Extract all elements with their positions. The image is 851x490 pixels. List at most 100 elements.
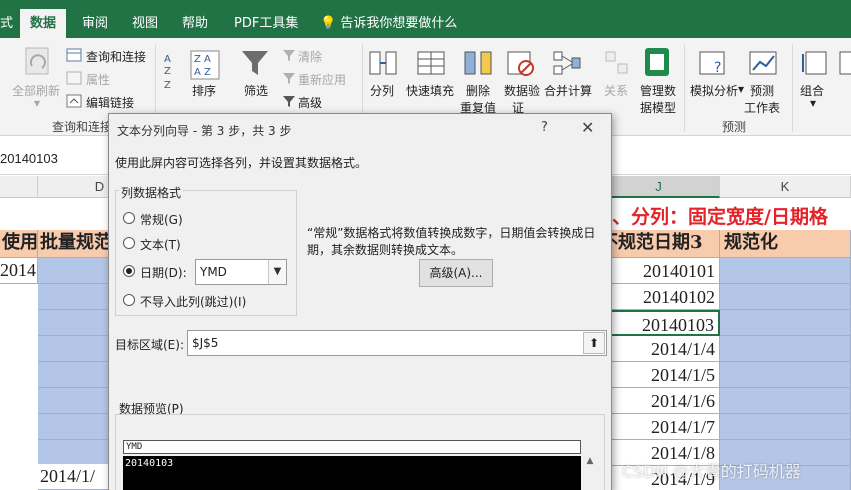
date-format-select[interactable]: YMD ▼ <box>195 259 287 285</box>
advanced-filter-icon <box>283 96 295 107</box>
cell-k[interactable] <box>720 362 851 388</box>
cell-k[interactable] <box>720 258 851 284</box>
cell-j[interactable]: 2014/1/5 <box>598 362 720 388</box>
sort-button[interactable]: 排序 <box>192 82 216 99</box>
preview-column-header[interactable]: YMD <box>123 440 581 454</box>
refresh-all-icon[interactable] <box>20 44 56 80</box>
queries-connections-button[interactable]: 查询和连接 <box>86 48 146 65</box>
properties-button[interactable]: 属性 <box>86 71 110 88</box>
chevron-down-icon[interactable]: ▼ <box>268 260 286 284</box>
format-description-line2: 期，其余数据则转换成文本。 <box>307 243 464 257</box>
relationships-icon <box>605 51 628 74</box>
edit-links-button[interactable]: 编辑链接 <box>86 94 134 111</box>
cell-j[interactable]: 20140103 <box>598 310 720 336</box>
chevron-up-icon[interactable]: ▲ <box>587 456 594 466</box>
svg-text:Z: Z <box>164 66 171 77</box>
forecast-sheet-icon[interactable] <box>748 48 778 78</box>
data-validation-icon[interactable] <box>506 48 536 78</box>
forecast-sheet-button[interactable]: 预测 工作表 <box>744 82 780 116</box>
svg-text:Z: Z <box>164 80 171 91</box>
properties-icon <box>66 71 82 85</box>
name-box[interactable]: 20140103 <box>0 151 58 166</box>
header-cell-k[interactable]: 规范化 <box>720 230 851 258</box>
what-if-analysis-button[interactable]: 模拟分析 <box>690 82 738 99</box>
watermark: CSDN @大青的打码机器 <box>622 462 801 481</box>
cell-j[interactable]: 2014/1/7 <box>598 414 720 440</box>
chevron-down-icon: ▾ <box>810 96 817 110</box>
data-validation-button[interactable]: 数据验 证 <box>504 82 540 116</box>
format-description-line1: “常规”数据格式将数值转换成数字，日期值会转换成日 <box>307 226 596 240</box>
text-to-columns-button[interactable]: 分列 <box>370 82 394 99</box>
remove-duplicates-button[interactable]: 删除 重复值 <box>460 82 496 116</box>
manage-data-model-button[interactable]: 管理数 据模型 <box>640 82 676 116</box>
group-separator <box>792 44 793 132</box>
cell-k[interactable] <box>720 310 851 336</box>
cell-k[interactable] <box>720 336 851 362</box>
what-if-analysis-icon[interactable]: ? <box>698 48 728 78</box>
column-header[interactable] <box>0 176 38 198</box>
group-label-queries: 查询和连接 <box>52 120 113 134</box>
cell-k[interactable] <box>720 414 851 440</box>
svg-text:?: ? <box>714 60 721 76</box>
tell-me-search[interactable]: 💡 告诉我你想要做什么 <box>310 9 467 38</box>
close-button[interactable]: ✕ <box>581 118 594 137</box>
svg-text:Z A: Z A <box>194 54 211 65</box>
column-header-k[interactable]: K <box>720 176 851 198</box>
header-cell[interactable]: 使用 <box>0 230 38 258</box>
advanced-filter-button[interactable]: 高级 <box>298 94 322 111</box>
cell-k[interactable] <box>720 284 851 310</box>
tab-pdf-tools[interactable]: PDF工具集 <box>224 9 308 38</box>
cell-a[interactable]: 2014 <box>0 258 38 284</box>
reapply-button[interactable]: 重新应用 <box>298 71 346 88</box>
preview-scrollbar[interactable]: ▲ <box>581 440 599 490</box>
manage-data-model-icon[interactable] <box>642 46 672 78</box>
advanced-button[interactable]: 高级(A)... <box>419 259 493 287</box>
clear-button[interactable]: 清除 <box>298 48 322 65</box>
header-cell-j[interactable]: 不规范日期3 <box>598 230 720 258</box>
svg-text:A Z: A Z <box>194 67 211 78</box>
flash-fill-button[interactable]: 快速填充 <box>406 82 454 99</box>
text-to-columns-dialog: 文本分列向导 - 第 3 步，共 3 步 ? ✕ 使用此屏内容可选择各列，并设置… <box>108 113 612 490</box>
flash-fill-icon[interactable] <box>416 48 446 78</box>
group-label-forecast: 预测 <box>722 120 747 134</box>
instruction-text: 使用此屏内容可选择各列，并设置其数据格式。 <box>115 156 368 170</box>
text-to-columns-icon[interactable] <box>368 48 398 78</box>
destination-label: 目标区域(E): <box>115 338 184 352</box>
group-icon[interactable] <box>800 48 830 78</box>
cell-j[interactable]: 20140101 <box>598 258 720 284</box>
collapse-dialog-icon[interactable]: ⬆ <box>583 332 605 354</box>
cell-j[interactable]: 2014/1/4 <box>598 336 720 362</box>
tab-data[interactable]: 数据 <box>20 9 67 38</box>
help-button[interactable]: ? <box>541 120 548 135</box>
reapply-icon <box>283 73 295 84</box>
relationships-button[interactable]: 关系 <box>604 82 628 99</box>
tab-review[interactable]: 审阅 <box>72 9 118 38</box>
cell-j[interactable]: 2014/1/6 <box>598 388 720 414</box>
cell-k[interactable] <box>720 388 851 414</box>
column-header-j[interactable]: J <box>598 176 720 198</box>
tab-help[interactable]: 帮助 <box>172 9 218 38</box>
label-general: 常规(G) <box>140 213 183 227</box>
filter-button[interactable]: 筛选 <box>244 82 268 99</box>
clear-filter-icon <box>283 50 295 61</box>
radio-date[interactable] <box>123 265 135 277</box>
radio-text[interactable] <box>123 237 135 249</box>
radio-general[interactable] <box>123 212 135 224</box>
chevron-down-icon: ▾ <box>738 82 745 96</box>
remove-duplicates-icon[interactable] <box>463 48 493 78</box>
sort-dialog-icon[interactable]: Z A A Z <box>190 50 220 80</box>
tab-view[interactable]: 视图 <box>122 9 168 38</box>
destination-input[interactable]: $J$5 ⬆ <box>187 330 607 356</box>
lightbulb-icon: 💡 <box>320 16 337 31</box>
label-date: 日期(D): <box>140 266 187 280</box>
radio-skip[interactable] <box>123 294 135 306</box>
consolidate-button[interactable]: 合并计算 <box>544 82 592 99</box>
svg-text:A: A <box>164 54 171 65</box>
cell-j[interactable]: 20140102 <box>598 284 720 310</box>
sort-az-icon[interactable]: A Z Z <box>162 50 184 94</box>
consolidate-icon[interactable] <box>552 48 582 78</box>
ungroup-icon[interactable] <box>838 48 851 78</box>
dialog-title: 文本分列向导 - 第 3 步，共 3 步 <box>117 124 292 138</box>
filter-icon[interactable] <box>240 48 270 78</box>
preview-data[interactable]: 20140103 <box>123 456 581 490</box>
